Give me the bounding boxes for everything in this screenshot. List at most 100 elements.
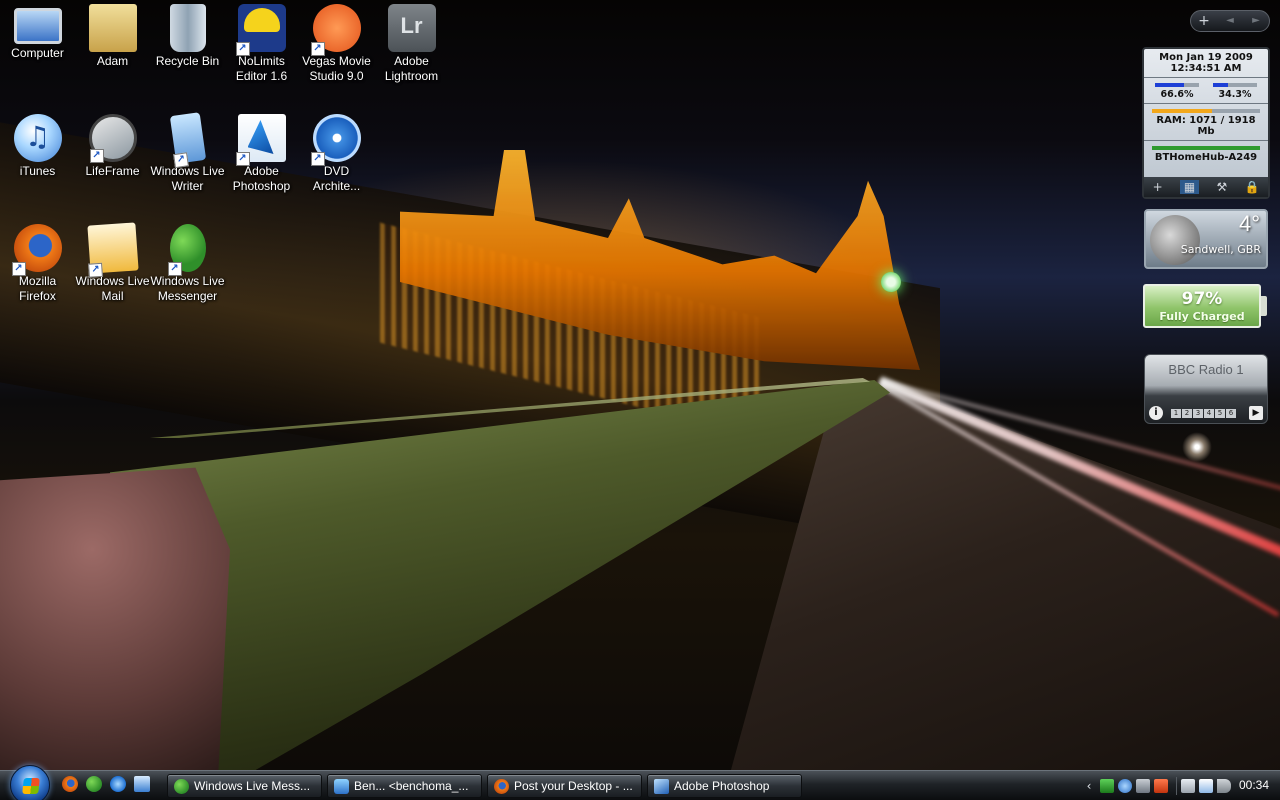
lifeframe-icon: ↗ [88, 114, 137, 163]
desktop-icon-label: LifeFrame [85, 164, 140, 178]
taskbar-clock[interactable]: 00:34 [1239, 778, 1269, 792]
desktop-icon-live-writer[interactable]: ↗ Windows Live Writer [150, 112, 225, 194]
battery-percent: 97% [1181, 289, 1223, 309]
radio-preset-button[interactable]: 6 [1226, 409, 1236, 418]
monitor-date: Mon Jan 19 2009 [1159, 52, 1253, 63]
desktop-icon-live-mail[interactable]: ↗ Windows Live Mail [75, 222, 150, 304]
cpu-core-2-meter [1213, 83, 1257, 87]
system-monitor-gadget[interactable]: Mon Jan 19 2009 12:34:51 AM 66.6% 34.3% … [1142, 47, 1270, 199]
shortcut-arrow-icon: ↗ [235, 152, 250, 166]
info-button[interactable]: i [1149, 406, 1163, 420]
battery-icon[interactable] [1181, 779, 1195, 793]
radio-preset-button[interactable]: 2 [1182, 409, 1192, 418]
radio-preset-list: 1 2 3 4 5 6 [1171, 409, 1236, 418]
chat-window-icon [334, 779, 349, 794]
desktop-icon-label: Adobe Photoshop [232, 164, 291, 193]
display-icon[interactable] [1136, 779, 1150, 793]
desktop-icon-label: Adam [96, 54, 129, 68]
taskbar-button-live-messenger[interactable]: Windows Live Mess... [167, 774, 322, 798]
taskbar-button-firefox[interactable]: Post your Desktop - ... [487, 774, 642, 798]
photoshop-icon [654, 779, 669, 794]
desktop-icon-label: Windows Live Writer [150, 164, 225, 193]
network-name: BTHomeHub-A249 [1154, 152, 1258, 163]
firefox-icon[interactable] [62, 776, 78, 792]
shortcut-arrow-icon: ↗ [11, 262, 26, 276]
desktop-icon-recycle-bin[interactable]: Recycle Bin [150, 2, 225, 69]
show-hidden-icons-button[interactable]: ‹ [1082, 779, 1096, 793]
taskbar-button-label: Windows Live Mess... [194, 779, 311, 793]
desktop-icon-computer[interactable]: Computer [0, 2, 75, 61]
desktop-icon-adobe-photoshop[interactable]: ↗ Adobe Photoshop [224, 112, 299, 194]
network-row: BTHomeHub-A249 [1144, 141, 1268, 166]
weather-gadget[interactable]: 4° Sandwell, GBR [1144, 209, 1268, 269]
next-page-button[interactable]: ► [1243, 11, 1269, 31]
recycle-bin-icon [169, 4, 206, 52]
desktop-icon-mozilla-firefox[interactable]: ↗ Mozilla Firefox [0, 222, 75, 304]
radio-preset-button[interactable]: 4 [1204, 409, 1214, 418]
wallpaper-lens-flare [1182, 432, 1212, 462]
desktop-icon-label: Adobe Lightroom [384, 54, 439, 83]
monitor-toolbar: + ▦ ⚒ 🔒 [1144, 177, 1268, 197]
previous-page-button[interactable]: ◄ [1217, 11, 1243, 31]
messenger-icon[interactable] [86, 776, 102, 792]
battery-gadget[interactable]: 97% Fully Charged [1143, 284, 1261, 328]
lightroom-icon: Lr [387, 4, 436, 52]
taskbar-button-photoshop[interactable]: Adobe Photoshop [647, 774, 802, 798]
shortcut-arrow-icon: ↗ [310, 42, 325, 56]
desktop-icon-adobe-lightroom[interactable]: Lr Adobe Lightroom [374, 2, 449, 84]
desktop-icon-adam[interactable]: Adam [75, 2, 150, 69]
update-icon[interactable] [1118, 779, 1132, 793]
wallpaper-stone-pillar [0, 467, 230, 770]
dvd-architect-icon: ↗ [310, 114, 361, 166]
desktop-icon-label: NoLimits Editor 1.6 [235, 54, 288, 83]
tools-icon[interactable]: ⚒ [1216, 180, 1227, 194]
battery-status: Fully Charged [1159, 310, 1245, 323]
desktop-icon-label: Mozilla Firefox [18, 274, 57, 303]
play-button[interactable]: ▶ [1249, 406, 1263, 420]
vegas-movie-studio-icon: ↗ [310, 4, 361, 56]
monitor-time: 12:34:51 AM [1170, 63, 1242, 74]
firefox-icon: ↗ [11, 224, 62, 276]
ram-value: RAM: 1071 / 1918 Mb [1156, 115, 1256, 137]
desktop-icon-nolimits-editor[interactable]: ↗ NoLimits Editor 1.6 [224, 2, 299, 84]
radio-preset-button[interactable]: 5 [1215, 409, 1225, 418]
desktop-icon-label: Windows Live Mail [75, 274, 150, 303]
security-alert-icon[interactable] [1154, 779, 1168, 793]
internet-explorer-icon[interactable] [110, 776, 126, 792]
start-button[interactable] [10, 765, 50, 800]
desktop-icon-label: Recycle Bin [155, 54, 220, 68]
desktop-icon-vegas-movie-studio[interactable]: ↗ Vegas Movie Studio 9.0 [299, 2, 374, 84]
volume-icon[interactable] [1217, 779, 1231, 793]
desktop-icon-lifeframe[interactable]: ↗ LifeFrame [75, 112, 150, 179]
lock-icon[interactable]: 🔒 [1244, 180, 1259, 194]
live-messenger-icon [174, 779, 189, 794]
network-icon[interactable] [1199, 779, 1213, 793]
ram-usage-row: RAM: 1071 / 1918 Mb [1144, 104, 1268, 141]
show-desktop-icon[interactable] [134, 776, 150, 792]
desktop-icon-dvd-architect[interactable]: ↗ DVD Archite... [299, 112, 374, 194]
desktop-icon-label: DVD Archite... [312, 164, 361, 193]
taskbar-button-chat[interactable]: Ben... <benchoma_... [327, 774, 482, 798]
live-writer-icon: ↗ [169, 112, 206, 169]
memory-view-icon[interactable]: ▦ [1179, 180, 1200, 194]
desktop-icon-live-messenger[interactable]: ↗ Windows Live Messenger [150, 222, 225, 304]
cpu-usage-row: 66.6% 34.3% [1144, 78, 1268, 104]
wallpaper-clock-face [881, 272, 901, 292]
messenger-status-icon[interactable] [1100, 779, 1114, 793]
moon-icon [1150, 215, 1200, 265]
add-gadget-button[interactable]: + [1191, 11, 1217, 31]
desktop-icon-label: Windows Live Messenger [150, 274, 225, 303]
battery-terminal-icon [1261, 296, 1267, 316]
radio-preset-button[interactable]: 1 [1171, 409, 1181, 418]
live-messenger-icon: ↗ [167, 224, 206, 276]
ram-fill [1152, 109, 1213, 113]
plus-icon[interactable]: + [1153, 180, 1163, 194]
nolimits-editor-icon: ↗ [235, 4, 286, 56]
itunes-icon: ♫ [13, 114, 62, 162]
weather-location: Sandwell, GBR [1180, 243, 1261, 256]
radio-gadget[interactable]: BBC Radio 1 i 1 2 3 4 5 6 ▶ [1144, 354, 1268, 424]
desktop-icon-itunes[interactable]: ♫ iTunes [0, 112, 75, 179]
radio-preset-button[interactable]: 3 [1193, 409, 1203, 418]
cpu-core-2-value: 34.3% [1218, 89, 1252, 100]
shortcut-arrow-icon: ↗ [167, 262, 182, 276]
